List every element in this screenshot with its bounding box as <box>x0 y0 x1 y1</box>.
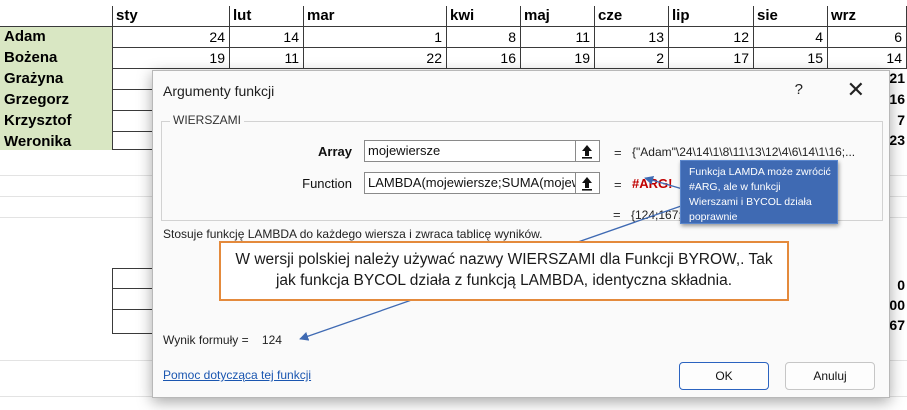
equals-sign: = <box>613 207 621 222</box>
ok-button[interactable]: OK <box>679 362 769 390</box>
value-cell[interactable]: 14 <box>230 27 304 48</box>
value-cell[interactable]: 1 <box>304 27 447 48</box>
name-cell-bozena[interactable]: Bożena <box>0 48 112 69</box>
function-name-label: WIERSZAMI <box>170 113 244 127</box>
name-cell-krzysztof[interactable]: Krzysztof <box>0 111 112 132</box>
month-header-wrz[interactable]: wrz <box>828 6 907 27</box>
month-header-sie[interactable]: sie <box>754 6 828 27</box>
array-input[interactable]: mojewiersze <box>364 140 576 162</box>
function-result-error: #ARG! <box>632 176 673 191</box>
name-cell-grazyna[interactable]: Grażyna <box>0 69 112 90</box>
month-header-maj[interactable]: maj <box>521 6 595 27</box>
grid-cell[interactable] <box>112 310 154 334</box>
close-icon[interactable]: ✕ <box>847 77 865 103</box>
function-label: Function <box>302 176 352 191</box>
name-cell-adam[interactable]: Adam <box>0 27 112 48</box>
value-cell[interactable]: 4 <box>754 27 828 48</box>
name-cell-grzegorz[interactable]: Grzegorz <box>0 90 112 111</box>
cancel-button[interactable]: Anuluj <box>785 362 875 390</box>
month-header-lut[interactable]: lut <box>230 6 304 27</box>
function-description: Stosuje funkcję LAMBDA do każdego wiersz… <box>163 227 543 241</box>
grid-cell[interactable] <box>112 289 154 310</box>
value-cell[interactable]: 15 <box>754 48 828 69</box>
month-header-mar[interactable]: mar <box>304 6 447 27</box>
orange-callout: W wersji polskiej należy używać nazwy WI… <box>219 241 789 301</box>
value-cell[interactable]: 2 <box>595 48 669 69</box>
formula-result-value: 124 <box>261 333 282 347</box>
collapse-ref-button[interactable] <box>576 140 600 162</box>
collapse-ref-button[interactable] <box>576 172 600 194</box>
value-cell[interactable]: 16 <box>447 48 521 69</box>
grid-cell[interactable] <box>112 132 154 150</box>
grid-cell[interactable] <box>112 90 154 111</box>
month-header-cze[interactable]: cze <box>595 6 669 27</box>
blue-callout: Funkcja LAMDA może zwrócić #ARG, ale w f… <box>680 160 838 224</box>
grid-cell[interactable] <box>112 268 154 289</box>
equals-sign: = <box>614 145 622 160</box>
value-cell[interactable]: 22 <box>304 48 447 69</box>
value-cell[interactable]: 11 <box>230 48 304 69</box>
array-result: {"Adam"\24\14\1\8\11\13\12\4\6\14\1\16;.… <box>632 145 856 159</box>
corner-cell[interactable] <box>0 6 112 27</box>
value-cell[interactable]: 6 <box>828 27 907 48</box>
month-header-lip[interactable]: lip <box>669 6 754 27</box>
array-label: Array <box>318 144 352 159</box>
grid-cell[interactable] <box>112 69 154 90</box>
value-cell[interactable]: 17 <box>669 48 754 69</box>
value-cell[interactable]: 12 <box>669 27 754 48</box>
grid-cell[interactable] <box>112 111 154 132</box>
function-arguments-dialog: Argumenty funkcji ? ✕ WIERSZAMI Array mo… <box>152 70 890 398</box>
value-cell[interactable]: 19 <box>112 48 230 69</box>
value-cell[interactable]: 11 <box>521 27 595 48</box>
formula-result-row: Wynik formuły = 124 <box>163 333 282 347</box>
value-cell[interactable]: 8 <box>447 27 521 48</box>
value-cell[interactable]: 13 <box>595 27 669 48</box>
formula-result-label: Wynik formuły = <box>163 333 249 347</box>
help-icon[interactable]: ? <box>795 81 803 98</box>
equals-sign: = <box>614 177 622 192</box>
upload-arrow-icon <box>582 145 592 159</box>
help-link[interactable]: Pomoc dotycząca tej funkcji <box>163 368 311 382</box>
value-cell[interactable]: 14 <box>828 48 907 69</box>
month-header-kwi[interactable]: kwi <box>447 6 521 27</box>
name-cell-weronika[interactable]: Weronika <box>0 132 112 150</box>
dialog-title: Argumenty funkcji <box>163 83 275 99</box>
upload-arrow-icon <box>582 177 592 191</box>
function-input[interactable]: LAMBDA(mojewiersze;SUMA(mojewier <box>364 172 576 194</box>
month-header-sty[interactable]: sty <box>112 6 230 27</box>
value-cell[interactable]: 24 <box>112 27 230 48</box>
value-cell[interactable]: 19 <box>521 48 595 69</box>
